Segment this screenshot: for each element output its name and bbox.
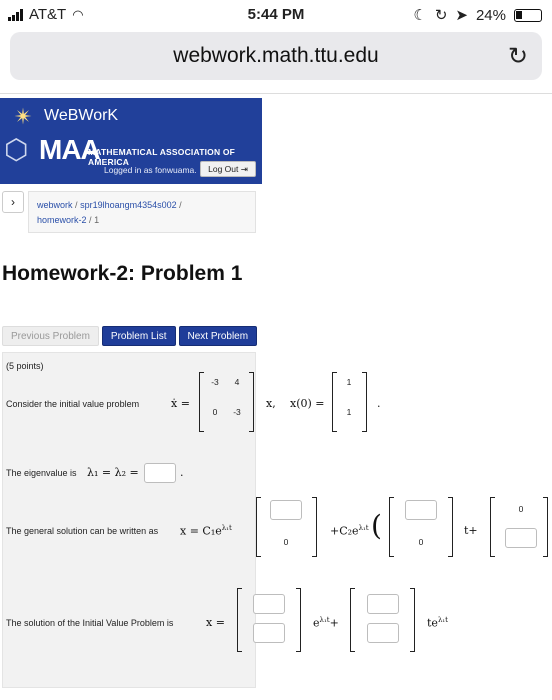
eigenvalue-input[interactable]	[144, 463, 176, 483]
x-variable: x,	[266, 397, 276, 410]
ivp-math: x =	[206, 616, 225, 629]
webwork-title[interactable]: WeBWorK	[44, 107, 118, 125]
general-math-c2: +C₂eλ₁t	[330, 524, 369, 538]
matrix-a-12: 4	[234, 377, 240, 387]
webwork-banner: ✴ WeBWorK ⬡ MAA MATHEMATICAL ASSOCIATION…	[0, 98, 262, 184]
ivp-plus: +	[329, 616, 339, 630]
breadcrumb: webwork / spr19lhoangm4354s002 / homewor…	[28, 191, 256, 233]
vec3-input-bottom[interactable]	[505, 528, 537, 548]
eigen-text: The eigenvalue is	[6, 468, 77, 478]
general-exp-1: λ₁t	[221, 524, 232, 532]
ivp-exp-2-sup: λ₁t	[437, 616, 448, 624]
matrix-a-22: -3	[233, 407, 241, 417]
x0-1: 1	[346, 377, 352, 387]
x0-2: 1	[346, 407, 352, 417]
ivp-exp-2-base: te	[427, 616, 438, 630]
period: .	[180, 466, 184, 479]
breadcrumb-separator: /	[89, 215, 92, 225]
vec3-bracket-left	[490, 497, 495, 557]
x0-bracket-left	[332, 372, 337, 432]
breadcrumb-item-webwork[interactable]: webwork	[37, 200, 73, 210]
logout-label: Log Out	[208, 164, 239, 174]
x0-label: x(0) =	[290, 397, 325, 410]
ivp-vec1-input-bottom[interactable]	[253, 623, 285, 643]
vec3-zero: 0	[518, 504, 524, 514]
logout-button[interactable]: Log Out ⇥	[200, 161, 256, 177]
address-bar[interactable]: webwork.math.ttu.edu ↻	[10, 32, 542, 80]
previous-problem-button[interactable]: Previous Problem	[2, 326, 99, 346]
breadcrumb-separator: /	[179, 200, 182, 210]
location-icon: ➤	[455, 7, 468, 24]
general-math-c1: x = C₁eλ₁t	[180, 524, 232, 538]
ivp-vec2-input-top[interactable]	[367, 594, 399, 614]
matrix-a-bracket-left	[199, 372, 204, 432]
next-problem-button[interactable]: Next Problem	[178, 326, 258, 346]
ivp-text: The solution of the Initial Value Proble…	[6, 618, 174, 628]
maa-logo-icon: ⬡	[4, 134, 29, 165]
matrix-a-21: 0	[212, 407, 218, 417]
vec1-input-top[interactable]	[270, 500, 302, 520]
breadcrumb-item-problem: 1	[94, 215, 100, 225]
ivp-vec2-bracket-right	[410, 588, 415, 652]
logged-in-text: Logged in as fonwuama.	[104, 165, 197, 175]
rotation-lock-icon: ↻	[434, 7, 448, 24]
eigen-math: λ₁ = λ₂ =	[87, 466, 139, 479]
page-title: Homework-2: Problem 1	[2, 262, 243, 285]
x0-bracket-right	[362, 372, 367, 432]
battery-percent: 24%	[475, 6, 506, 24]
problem-list-button[interactable]: Problem List	[101, 326, 176, 346]
problem-intro: Consider the initial value problem	[6, 399, 140, 409]
breadcrumb-item-course[interactable]: spr19lhoangm4354s002	[80, 200, 177, 210]
xdot-label: ẋ =	[171, 397, 190, 410]
reload-icon[interactable]: ↻	[508, 42, 528, 71]
breadcrumb-toggle-button[interactable]: ›	[2, 191, 24, 213]
vec2-zero: 0	[418, 537, 424, 547]
matrix-a-bracket-right	[249, 372, 254, 432]
ivp-vec1-input-top[interactable]	[253, 594, 285, 614]
breadcrumb-item-set[interactable]: homework-2	[37, 215, 87, 225]
general-math-c1-base: x = C₁e	[180, 524, 222, 538]
ivp-exp-1: eλ₁t+	[313, 616, 339, 630]
vec2-bracket-right	[448, 497, 453, 557]
ivp-vec1-bracket-left	[237, 588, 242, 652]
vec1-zero: 0	[283, 537, 289, 547]
vec2-input-top[interactable]	[405, 500, 437, 520]
t-plus: t+	[464, 524, 478, 537]
chevron-right-icon: ›	[11, 195, 15, 209]
ivp-vec1-bracket-right	[296, 588, 301, 652]
vec3-bracket-right	[543, 497, 548, 557]
url-text: webwork.math.ttu.edu	[173, 44, 379, 67]
vec1-bracket-left	[256, 497, 261, 557]
vec1-bracket-right	[312, 497, 317, 557]
moon-icon: ☾	[413, 7, 427, 24]
matrix-a-11: -3	[211, 377, 219, 387]
breadcrumb-separator: /	[75, 200, 78, 210]
status-bar: AT&T ◠ 5:44 PM ☾ ↻ ➤ 24%	[0, 0, 552, 30]
ivp-exp-2: teλ₁t	[427, 616, 448, 630]
webwork-logo-icon: ✴	[14, 104, 33, 129]
ivp-exp-1-sup: λ₁t	[319, 616, 330, 624]
toolbar-divider	[0, 93, 552, 94]
general-text: The general solution can be written as	[6, 526, 159, 536]
vec2-bracket-left	[389, 497, 394, 557]
ivp-vec2-input-bottom[interactable]	[367, 623, 399, 643]
logout-icon: ⇥	[240, 164, 248, 174]
period: .	[377, 397, 381, 410]
status-right: ☾ ↻ ➤ 24%	[413, 6, 542, 24]
left-paren-icon: (	[371, 509, 382, 542]
general-math-c2-base: +C₂e	[330, 524, 359, 538]
ivp-vec2-bracket-left	[350, 588, 355, 652]
problem-nav: Previous Problem Problem List Next Probl…	[2, 326, 258, 346]
general-exp-2: λ₁t	[358, 524, 369, 532]
problem-points: (5 points)	[6, 361, 44, 371]
battery-icon	[514, 8, 542, 22]
